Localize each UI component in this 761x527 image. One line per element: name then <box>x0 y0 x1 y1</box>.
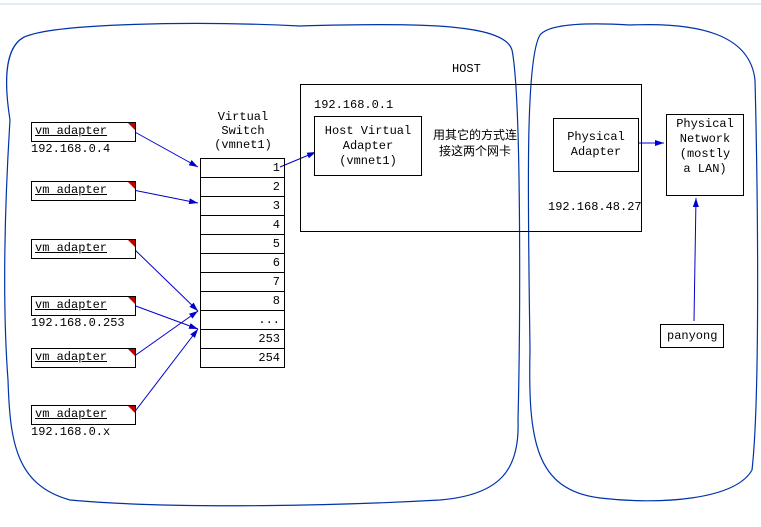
vs-row: 1 <box>201 159 285 178</box>
panyong-box: panyong <box>660 324 724 348</box>
connectors-svg <box>0 0 761 527</box>
vm-adapter-ip: 192.168.0.x <box>31 425 151 439</box>
vm-adapter-label: vm adapter <box>35 241 107 255</box>
physical-adapter-ip: 192.168.48.27 <box>548 200 642 214</box>
vm-adapter-box: vm adapter <box>31 122 136 142</box>
vs-row: 4 <box>201 216 285 235</box>
physical-network-box: Physical Network (mostly a LAN) <box>666 114 744 196</box>
vs-cell: 3 <box>201 197 285 216</box>
host-virtual-adapter-box: Host Virtual Adapter (vmnet1) <box>314 116 422 176</box>
vm-adapter-label: vm adapter <box>35 298 107 312</box>
vs-cell: 1 <box>201 159 285 178</box>
vs-row: ... <box>201 311 285 330</box>
host-virtual-ip: 192.168.0.1 <box>314 98 393 112</box>
vs-cell: ... <box>201 311 285 330</box>
vm-adapter-box: vm adapter <box>31 296 136 316</box>
virtual-switch-title: Virtual Switch (vmnet1) <box>198 110 288 152</box>
vs-cell: 6 <box>201 254 285 273</box>
between-adapters-text: 用其它的方式连 接这两个网卡 <box>425 128 525 160</box>
vs-cell: 2 <box>201 178 285 197</box>
vm-adapter-label: vm adapter <box>35 350 107 364</box>
vs-row: 2 <box>201 178 285 197</box>
host-label: HOST <box>452 62 481 76</box>
vs-row: 3 <box>201 197 285 216</box>
vm-adapter-ip: 192.168.0.253 <box>31 316 151 330</box>
physical-adapter-box: Physical Adapter <box>553 118 639 172</box>
vm-adapter-box: vm adapter <box>31 348 136 368</box>
vs-cell: 253 <box>201 330 285 349</box>
vm-adapter-box: vm adapter <box>31 405 136 425</box>
vs-row: 8 <box>201 292 285 311</box>
vs-row: 6 <box>201 254 285 273</box>
vs-cell: 254 <box>201 349 285 368</box>
diagram-stage: vm adapter 192.168.0.4 vm adapter vm ada… <box>0 0 761 527</box>
vs-cell: 5 <box>201 235 285 254</box>
vm-adapter-label: vm adapter <box>35 407 107 421</box>
vs-row: 5 <box>201 235 285 254</box>
vs-cell: 7 <box>201 273 285 292</box>
vm-adapter-box: vm adapter <box>31 239 136 259</box>
vs-row: 254 <box>201 349 285 368</box>
vm-adapter-ip: 192.168.0.4 <box>31 142 151 156</box>
vs-row: 253 <box>201 330 285 349</box>
vs-cell: 4 <box>201 216 285 235</box>
vm-adapter-label: vm adapter <box>35 183 107 197</box>
vs-cell: 8 <box>201 292 285 311</box>
virtual-switch-table: 1 2 3 4 5 6 7 8 ... 253 254 <box>200 158 285 368</box>
vs-row: 7 <box>201 273 285 292</box>
vm-adapter-box: vm adapter <box>31 181 136 201</box>
vm-adapter-label: vm adapter <box>35 124 107 138</box>
